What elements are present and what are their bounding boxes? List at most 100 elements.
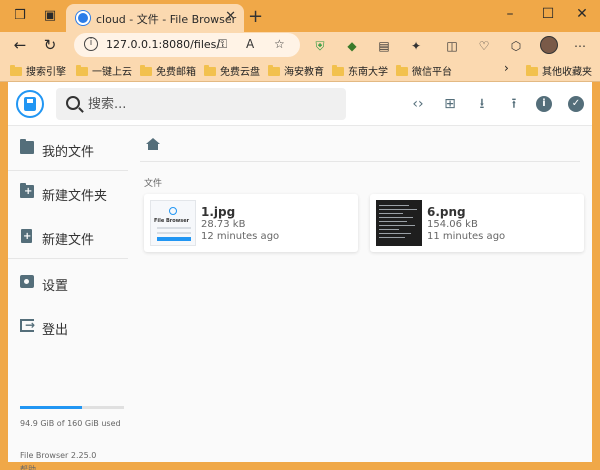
thumbnail-line [379, 225, 415, 226]
sidebar-item-my-files[interactable]: 我的文件 [8, 126, 128, 170]
folder-icon [20, 139, 34, 154]
thumbnail-line [379, 217, 413, 218]
sidebar: 我的文件 + 新建文件夹 + 新建文件 设置 → 登出 94.9 GiB of … [8, 126, 128, 470]
home-icon[interactable] [146, 138, 160, 150]
bookmark-folder[interactable]: 微信平台 [396, 63, 452, 78]
grid-view-icon[interactable]: ⊞ [440, 94, 460, 114]
file-modified: 12 minutes ago [201, 231, 280, 242]
sidebar-item-label: 我的文件 [42, 145, 95, 160]
folder-icon [332, 65, 344, 76]
browser-tab[interactable]: cloud - 文件 - File Browser ✕ [66, 4, 244, 32]
file-item-6-png[interactable]: 6.png 154.06 kB 11 minutes ago [370, 194, 584, 252]
sidebar-item-label: 新建文件 [42, 233, 95, 248]
file-name: 6.png [427, 205, 466, 219]
app-header: ‹› ⊞ ⭳ ⭱ i ✓ [8, 82, 592, 126]
file-item-1-jpg[interactable]: File Browser 1.jpg 28.73 kB 12 minutes a… [144, 194, 358, 252]
extensions-puzzle-icon[interactable]: ✦ [408, 38, 424, 54]
tab-title: cloud - 文件 - File Browser [96, 13, 237, 26]
folder-icon [140, 65, 152, 76]
disk-usage-text: 94.9 GiB of 160 GiB used [20, 419, 121, 428]
bookmark-folder[interactable]: 一键上云 [76, 63, 132, 78]
file-thumbnail [376, 200, 422, 246]
favorite-star-icon[interactable]: ☆ [274, 37, 285, 51]
sidebar-divider [8, 258, 128, 259]
folder-icon [10, 65, 22, 76]
help-link[interactable]: 帮助 [20, 464, 36, 470]
tab-favicon-icon [76, 11, 90, 25]
save-disk-icon [24, 97, 36, 111]
files-section-heading: 文件 [144, 179, 163, 189]
sidebar-item-new-file[interactable]: + 新建文件 [8, 214, 128, 258]
info-icon[interactable]: i [536, 96, 552, 112]
minimize-icon[interactable]: – [500, 6, 520, 22]
more-bookmarks-chevron-icon[interactable]: › [504, 61, 509, 75]
bookmarks-bar: 搜索引擎 一键上云 免费邮箱 免费云盘 海安教育 东南大学 微信平台 › 其他收… [0, 58, 600, 82]
tab-actions-icon[interactable]: ▣ [42, 9, 58, 23]
back-icon[interactable]: ← [10, 36, 30, 54]
shield-extension-icon[interactable]: ⛨ [312, 38, 328, 54]
site-info-icon[interactable]: i [84, 37, 98, 51]
sidebar-item-label: 设置 [42, 279, 69, 294]
gear-icon [20, 275, 34, 288]
sidebar-item-settings[interactable]: 设置 [8, 260, 128, 304]
file-name: 1.jpg [201, 205, 236, 219]
sidebar-item-new-folder[interactable]: + 新建文件夹 [8, 170, 128, 214]
url-text[interactable]: 127.0.0.1:8080/files/ [106, 38, 220, 51]
sidebar-item-logout[interactable]: → 登出 [8, 304, 128, 348]
folder-icon [268, 65, 280, 76]
check-circle-icon[interactable]: ✓ [568, 96, 584, 112]
file-listing: 文件 File Browser 1.jpg 28.73 kB 12 minute… [128, 126, 592, 462]
bookmark-folder[interactable]: 免费邮箱 [140, 63, 196, 78]
bookmark-folder[interactable]: 海安教育 [268, 63, 324, 78]
thumbnail-line [379, 233, 411, 234]
close-window-icon[interactable]: ✕ [572, 6, 592, 22]
search-icon [66, 96, 80, 110]
browser-titlebar: ❒ ▣ cloud - 文件 - File Browser ✕ + – ☐ ✕ [0, 0, 600, 32]
tab-close-icon[interactable]: ✕ [225, 9, 236, 24]
bookmark-folder[interactable]: 东南大学 [332, 63, 388, 78]
workspaces-icon[interactable]: ❒ [12, 9, 28, 23]
file-thumbnail: File Browser [150, 200, 196, 246]
key-icon[interactable]: ⚿ [218, 37, 227, 52]
thumbnail-line [157, 232, 191, 234]
thumbnail-line [379, 221, 407, 222]
collections-icon[interactable]: ⬡ [508, 38, 524, 54]
thumbnail-button-shape [157, 237, 191, 241]
thumbnail-line [379, 229, 399, 230]
refresh-icon[interactable]: ↻ [40, 36, 60, 54]
read-aloud-icon[interactable]: A [246, 37, 254, 51]
thumbnail-caption: File Browser [154, 218, 190, 224]
folder-icon [526, 65, 538, 76]
more-menu-icon[interactable]: ⋯ [572, 38, 588, 54]
code-view-icon[interactable]: ‹› [408, 94, 428, 114]
search-box[interactable] [56, 88, 346, 120]
file-browser-app: ‹› ⊞ ⭳ ⭱ i ✓ 我的文件 + 新建文件夹 + 新建文件 设置 → 登出 [8, 82, 592, 470]
create-new-folder-icon: + [20, 183, 34, 198]
thumbnail-line [379, 213, 403, 214]
maximize-icon[interactable]: ☐ [538, 6, 558, 22]
sidebar-item-label: 登出 [42, 323, 69, 338]
logo-circle-icon [169, 207, 177, 215]
other-favorites-folder[interactable]: 其他收藏夹 [526, 63, 592, 78]
split-screen-icon[interactable]: ◫ [444, 38, 460, 54]
download-icon[interactable]: ⭳ [472, 94, 492, 114]
breadcrumb [140, 126, 580, 162]
bookmark-folder[interactable]: 搜索引擎 [10, 63, 66, 78]
bookmark-folder[interactable]: 免费云盘 [204, 63, 260, 78]
thumbnail-line [379, 237, 405, 238]
new-tab-button[interactable]: + [248, 6, 263, 27]
note-add-icon: + [21, 229, 32, 243]
profile-avatar[interactable] [540, 36, 558, 54]
disk-usage-bar [20, 406, 124, 409]
address-bar[interactable]: i 127.0.0.1:8080/files/ ⚿ A ☆ [74, 33, 300, 57]
browser-toolbar: ← ↻ i 127.0.0.1:8080/files/ ⚿ A ☆ ⛨ ◆ ▤ … [0, 32, 600, 58]
logout-icon: → [20, 318, 35, 332]
file-browser-logo-icon[interactable] [16, 90, 44, 118]
extension-icon[interactable]: ▤ [376, 38, 392, 54]
extension-icon[interactable]: ◆ [344, 38, 360, 54]
folder-icon [396, 65, 408, 76]
search-input[interactable] [88, 95, 338, 113]
upload-icon[interactable]: ⭱ [504, 94, 524, 114]
thumbnail-line [379, 205, 409, 206]
favorites-icon[interactable]: ♡ [476, 38, 492, 54]
